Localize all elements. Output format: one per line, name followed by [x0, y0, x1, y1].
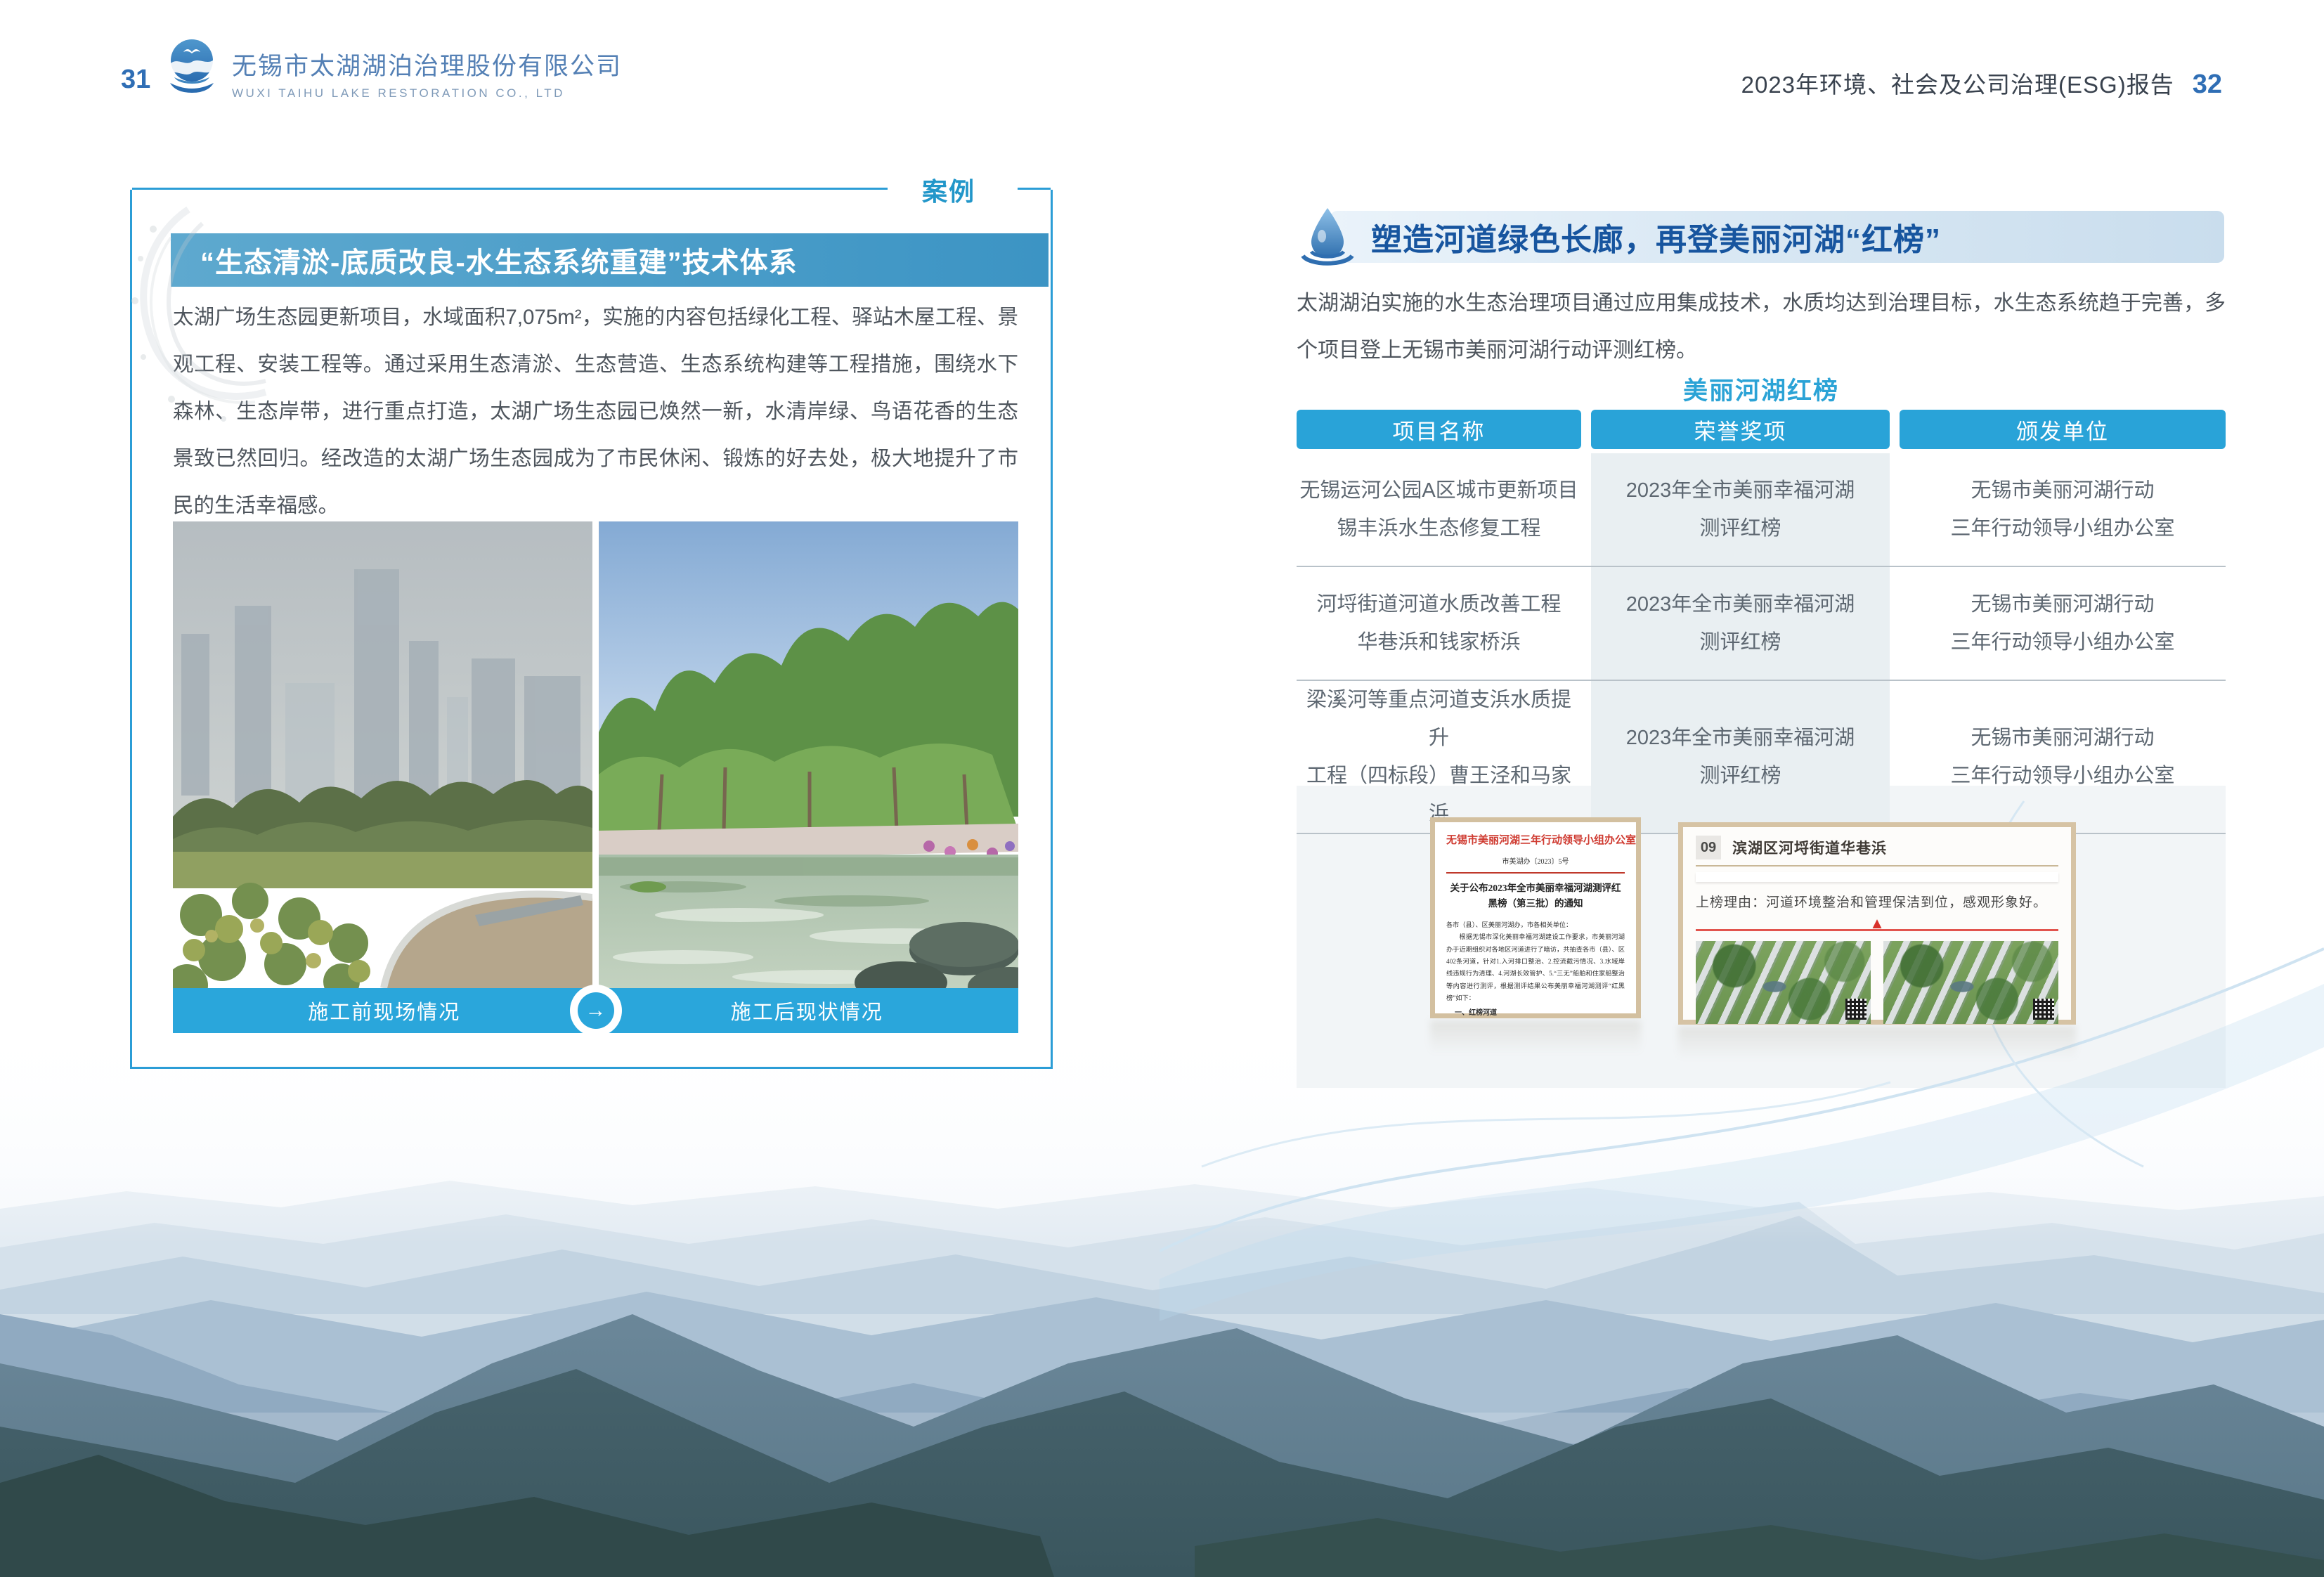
case-title: “生态清淤-底质改良-水生态系统重建”技术体系: [171, 240, 798, 280]
card-reflection: [1678, 1026, 2076, 1060]
slide-aerial-photos: [1696, 941, 2058, 1024]
company-name-block: 无锡市太湖湖泊治理股份有限公司 WUXI TAIHU LAKE RESTORAT…: [232, 46, 622, 100]
case-label: 案例: [904, 171, 994, 208]
card-reflection: [1430, 1020, 1641, 1054]
letter-red-rule: [1446, 872, 1625, 874]
case-body-text: 太湖广场生态园更新项目，水域面积7,075m²，实施的内容包括绿化工程、驿站木屋…: [173, 294, 1018, 529]
aerial-photo: [1883, 941, 2058, 1024]
slide-red-rule: ▲: [1696, 929, 2058, 931]
page-number-left: 31: [121, 65, 150, 95]
aerial-photo: [1696, 941, 1871, 1024]
qr-code-icon: [1845, 999, 1867, 1020]
table-row: 梁溪河等重点河道支浜水质提升 工程（四标段）曹王泾和马家浜 2023年全市美丽幸…: [1297, 681, 2226, 834]
company-name-en: WUXI TAIHU LAKE RESTORATION CO., LTD: [232, 86, 622, 100]
table-header-award: 荣誉奖项: [1591, 410, 1890, 449]
section-intro-text: 太湖湖泊实施的水生态治理项目通过应用集成技术，水质均达到治理目标，水生态系统趋于…: [1297, 280, 2226, 374]
letter-document-number: 市美湖办〔2023〕5号: [1446, 855, 1625, 866]
case-box-border-segment: [1018, 188, 1051, 190]
slide-divider-strip: [1696, 872, 2058, 882]
esg-report-spread: 31 无锡市太湖湖泊治理股份有限公司 WUXI TAIHU LAKE RESTO…: [0, 0, 2324, 1577]
letter-list-item: 一、红榜河道: [1446, 1006, 1625, 1017]
red-list-table: 项目名称 荣誉奖项 颁发单位 无锡运河公园A区城市更新项目 锡丰浜水生态修复工程…: [1297, 410, 2226, 834]
slide-title: 滨湖区河埒街道华巷浜: [1732, 837, 1887, 858]
letter-title: 关于公布2023年全市美丽幸福河湖测评红黑榜（第三批）的通知: [1446, 881, 1625, 912]
table-header-issuer: 颁发单位: [1900, 410, 2226, 449]
photo-after-construction: [599, 521, 1018, 988]
slide-number-badge: 09: [1696, 836, 1721, 859]
letter-body: 根据无锡市深化美丽幸福河湖建设工作要求，市美丽河湖办于近期组织对各地区河道进行了…: [1446, 931, 1625, 1005]
qr-code-icon: [2033, 999, 2054, 1020]
section-title: 塑造河道绿色长廊，再登美丽河湖“红榜”: [1330, 214, 1941, 259]
section-title-bar: 塑造河道绿色长廊，再登美丽河湖“红榜”: [1330, 211, 2224, 263]
caption-after: 施工后现状情况: [596, 988, 1019, 1033]
table-body: 无锡运河公园A区城市更新项目 锡丰浜水生态修复工程 2023年全市美丽幸福河湖 …: [1297, 453, 2226, 834]
red-list-slide-card: 09 滨湖区河埒街道华巷浜 上榜理由：河道环境整治和管理保洁到位，感观形象好。 …: [1678, 822, 2076, 1025]
company-logo-icon: [160, 37, 223, 104]
slide-reason-text: 上榜理由：河道环境整治和管理保洁到位，感观形象好。: [1696, 892, 2058, 911]
table-row: 无锡运河公园A区城市更新项目 锡丰浜水生态修复工程 2023年全市美丽幸福河湖 …: [1297, 453, 2226, 567]
page-number-right: 32: [2193, 70, 2222, 100]
case-study-box: 案例 “生态清淤-底质改良-水生态系统重建”技术体系 太湖广场生态园更新项目，水…: [130, 190, 1053, 1069]
table-header-project: 项目名称: [1297, 410, 1581, 449]
red-list-notice-letter: 无锡市美丽河湖三年行动领导小组办公室 市美湖办〔2023〕5号 关于公布2023…: [1430, 817, 1641, 1018]
water-drop-icon: [1296, 204, 1359, 271]
letter-salutation: 各市（县）、区美丽河湖办，市各相关单位：: [1446, 919, 1625, 931]
table-header-row: 项目名称 荣誉奖项 颁发单位: [1297, 410, 2226, 449]
table-row: 河埒街道河道水质改善工程 华巷浜和钱家桥浜 2023年全市美丽幸福河湖 测评红榜…: [1297, 567, 2226, 681]
report-title: 2023年环境、社会及公司治理(ESG)报告: [1741, 66, 2174, 100]
caption-before: 施工前现场情况: [173, 988, 596, 1033]
letter-issuing-org: 无锡市美丽河湖三年行动领导小组办公室: [1446, 832, 1625, 847]
company-name-zh: 无锡市太湖湖泊治理股份有限公司: [232, 46, 622, 82]
photo-caption-bar: 施工前现场情况 施工后现状情况 →: [173, 988, 1018, 1033]
before-after-photos: 施工前现场情况 施工后现状情况 →: [173, 521, 1018, 1033]
table-title: 美丽河湖红榜: [1297, 371, 2226, 407]
photo-before-construction: [173, 521, 592, 988]
case-title-bar: “生态清淤-底质改良-水生态系统重建”技术体系: [171, 233, 1049, 287]
report-header: 2023年环境、社会及公司治理(ESG)报告 32: [1741, 66, 2222, 100]
triangle-up-icon: ▲: [1869, 914, 1885, 933]
case-box-border-segment: [132, 188, 888, 190]
arrow-right-icon: →: [570, 985, 622, 1037]
slide-header: 09 滨湖区河埒街道华巷浜: [1696, 836, 2058, 867]
